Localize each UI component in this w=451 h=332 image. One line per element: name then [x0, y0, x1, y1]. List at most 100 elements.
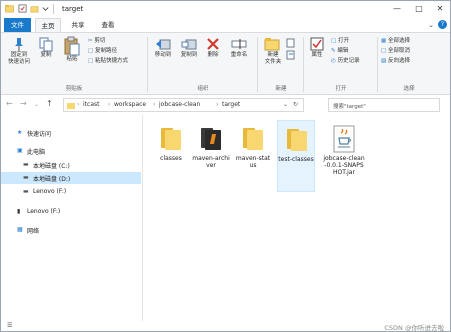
paste-shortcut-button[interactable]: □ 粘贴快捷方式: [88, 58, 128, 65]
breadcrumb-itcast[interactable]: itcast: [83, 101, 99, 108]
file-name: maven-status: [235, 155, 271, 169]
file-item-maven-status[interactable]: maven-status: [234, 120, 272, 192]
copy-label: 复制: [40, 52, 52, 58]
select-none-label: 全部取消: [387, 48, 410, 54]
nav-label: 本地磁盘 (C:): [33, 163, 70, 170]
breadcrumb-separator: ›: [77, 101, 80, 108]
open-label: 打开: [337, 38, 349, 44]
copy-to-icon: [181, 39, 197, 50]
invert-selection-label: 反向选择: [387, 58, 410, 64]
back-arrow-icon[interactable]: ←: [6, 99, 13, 108]
new-folder-quick-icon[interactable]: [30, 4, 39, 13]
search-placeholder: 搜索"target": [333, 104, 366, 110]
file-view: classes maven-archiver maven-status test…: [144, 115, 450, 321]
properties-button[interactable]: 属性: [307, 36, 327, 59]
rename-button[interactable]: 重命名: [226, 36, 252, 59]
file-name: classes: [160, 155, 182, 162]
copy-icon: [39, 37, 53, 52]
forward-arrow-icon[interactable]: →: [20, 99, 27, 108]
close-button[interactable]: ✕: [430, 1, 450, 17]
file-item-classes[interactable]: classes: [152, 120, 190, 192]
copy-to-label: 复制到: [180, 52, 198, 58]
open-icon: □: [331, 38, 337, 44]
file-item-test-classes[interactable]: test-classes: [277, 120, 315, 192]
copy-path-icon: □: [88, 48, 94, 54]
nav-item-drive-f[interactable]: ▬ Lenovo (F:): [1, 186, 141, 198]
history-label: 历史记录: [337, 58, 360, 64]
group-new: 新建: [275, 86, 287, 92]
move-to-label: 移动到: [154, 52, 172, 58]
select-all-button[interactable]: ▦ 全部选择: [381, 38, 410, 45]
delete-button[interactable]: 删除: [203, 36, 223, 59]
copy-to-button[interactable]: 复制到: [177, 36, 201, 59]
paste-shortcut-label: 粘贴快捷方式: [94, 58, 128, 64]
edit-icon: ✎: [331, 48, 336, 54]
breadcrumb-target[interactable]: target: [222, 101, 240, 108]
address-bar[interactable]: › itcast › workspace › jobcase-clean › t…: [63, 98, 304, 112]
ribbon-separator: [147, 37, 148, 92]
nav-label: 此电脑: [27, 149, 46, 156]
star-icon: ★: [17, 129, 23, 136]
title-divider: [53, 4, 54, 14]
tab-share[interactable]: 共享: [65, 18, 91, 32]
copy-path-button[interactable]: □ 复制路径: [88, 48, 117, 55]
history-icon: ◴: [331, 58, 336, 64]
drive-icon: ▮: [17, 208, 21, 215]
paste-button[interactable]: 粘贴: [60, 36, 84, 63]
easy-access-button[interactable]: [286, 50, 296, 63]
select-none-button[interactable]: □ 全部取消: [381, 48, 410, 55]
up-arrow-icon[interactable]: ↑: [46, 99, 53, 108]
folder-icon: [243, 128, 263, 150]
breadcrumb-separator: ›: [153, 101, 156, 108]
nav-item-quick-access[interactable]: ★ 快速访问: [1, 127, 141, 139]
paste-shortcut-icon: □: [88, 58, 94, 64]
rename-icon: [231, 39, 247, 49]
breadcrumb-workspace[interactable]: workspace: [114, 101, 146, 108]
file-item-jar[interactable]: jobcase-clean-0.0.1-SNAPSHOT.jar: [323, 120, 365, 192]
nav-label: 网络: [27, 228, 40, 235]
tab-view[interactable]: 查看: [95, 18, 121, 32]
open-button[interactable]: □ 打开: [331, 38, 349, 45]
minimize-button[interactable]: —: [387, 1, 407, 17]
file-item-maven-archiver[interactable]: maven-archiver: [192, 120, 230, 192]
new-folder-label: 新建 文件夹: [264, 52, 282, 65]
customize-quick-access-icon[interactable]: [41, 4, 50, 13]
group-clipboard: 剪贴板: [65, 86, 83, 92]
tab-home[interactable]: 主页: [35, 18, 61, 32]
nav-item-this-pc[interactable]: ▣ 此电脑: [1, 145, 141, 157]
edit-button[interactable]: ✎ 编辑: [331, 48, 348, 55]
file-name: maven-archiver: [192, 155, 230, 169]
help-icon[interactable]: ?: [438, 20, 447, 29]
edit-label: 编辑: [337, 48, 349, 54]
recent-locations-icon[interactable]: ⌄: [34, 101, 39, 108]
nav-item-network[interactable]: ▦ 网络: [1, 224, 141, 236]
breadcrumb-separator: ›: [216, 101, 219, 108]
pin-label: 固定到 快速访问: [7, 52, 30, 65]
properties-icon: [310, 37, 324, 51]
history-button[interactable]: ◴ 历史记录: [331, 58, 360, 65]
nav-item-drive-d[interactable]: ▬ 本地磁盘 (D:): [1, 172, 141, 184]
move-to-button[interactable]: 移动到: [151, 36, 175, 59]
cut-button[interactable]: ✂ 剪切: [88, 38, 105, 45]
pin-quick-access-button[interactable]: 固定到 快速访问: [4, 36, 34, 66]
search-input[interactable]: 搜索"target": [328, 98, 440, 112]
properties-quick-icon[interactable]: [18, 4, 27, 13]
details-view-icon[interactable]: ☰: [7, 322, 12, 329]
nav-item-lenovo[interactable]: ▮ Lenovo (F:): [1, 206, 141, 218]
nav-item-drive-c[interactable]: ▬ 本地磁盘 (C:): [1, 159, 141, 171]
rename-label: 重命名: [230, 52, 248, 58]
breadcrumb-jobcase-clean[interactable]: jobcase-clean: [159, 101, 200, 108]
copy-button[interactable]: 复制: [36, 36, 56, 59]
ribbon-collapse-icon[interactable]: ⌄: [428, 21, 434, 29]
folder-icon: [201, 128, 221, 150]
new-folder-button[interactable]: 新建 文件夹: [261, 36, 285, 66]
ribbon-separator: [303, 37, 304, 92]
address-dropdown-icon[interactable]: ⌄: [283, 101, 288, 108]
refresh-icon[interactable]: ↻: [293, 101, 298, 108]
group-organize: 组织: [197, 86, 209, 92]
invert-selection-button[interactable]: ▧ 反向选择: [381, 58, 410, 65]
status-bar: ☰ CSDN @你听进去啦: [1, 321, 450, 331]
title-bar: target — □ ✕: [1, 1, 450, 17]
maximize-button[interactable]: □: [409, 1, 429, 17]
nav-label: Lenovo (F:): [27, 208, 61, 215]
